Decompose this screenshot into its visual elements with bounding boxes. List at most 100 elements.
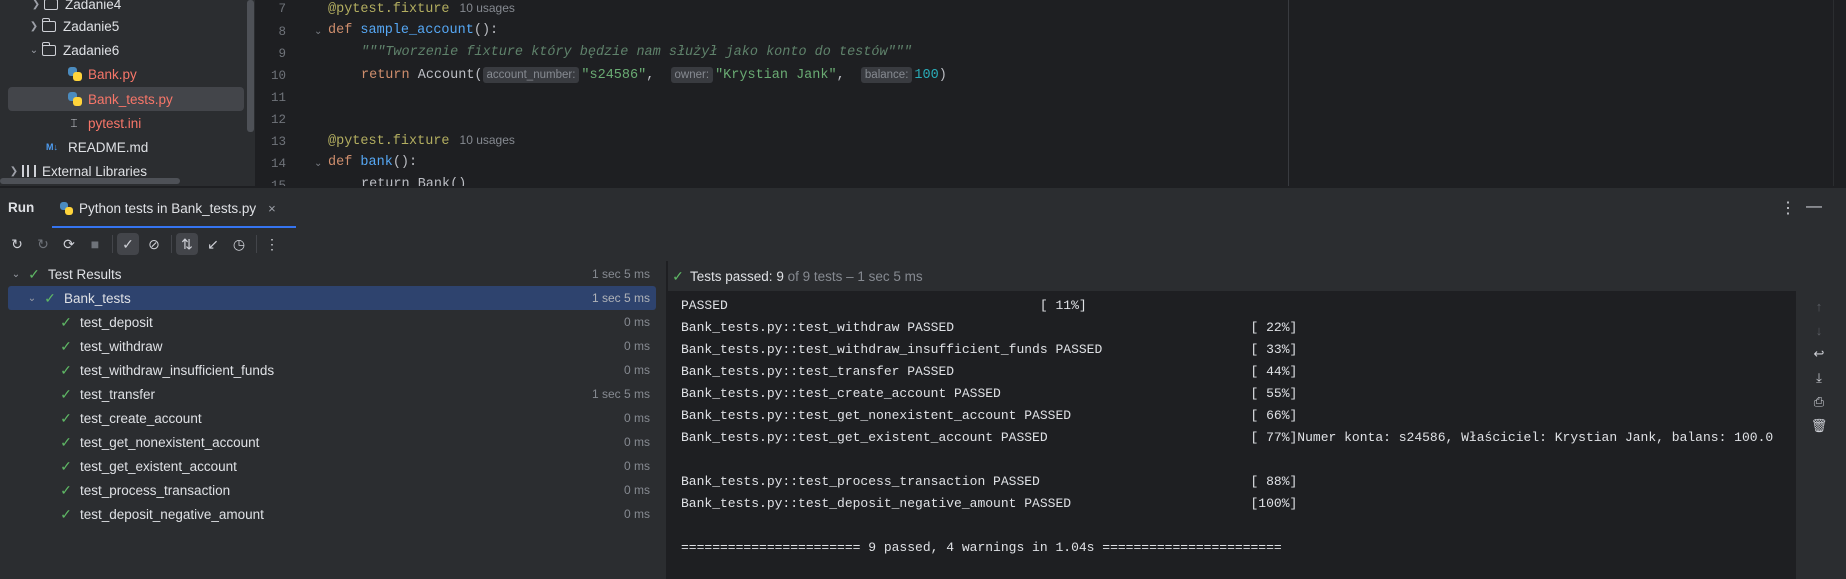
- test-item[interactable]: ✓ test_create_account 0 ms: [8, 406, 656, 430]
- project-tree: ❯ Zadanie4 ❯ Zadanie5 ⌄ Zadanie6 Bank.py…: [0, 0, 255, 186]
- test-item[interactable]: ✓ test_transfer 1 sec 5 ms: [8, 382, 656, 406]
- test-duration: 0 ms: [623, 507, 650, 521]
- scroll-to-end-icon[interactable]: ⤓: [1809, 368, 1829, 388]
- test-duration: 0 ms: [623, 315, 650, 329]
- test-item[interactable]: ✓ test_get_nonexistent_account 0 ms: [8, 430, 656, 454]
- console-side-toolbar: ↑ ↓ ↩ ⤓ ⎙ 🗑: [1796, 288, 1846, 579]
- test-item[interactable]: ✓ test_deposit_negative_amount 0 ms: [8, 502, 656, 526]
- toolbar-separator: [256, 235, 257, 253]
- test-item[interactable]: ✓ test_withdraw 0 ms: [8, 334, 656, 358]
- chevron-down-icon[interactable]: ⌄: [24, 290, 40, 306]
- print-icon[interactable]: ⎙: [1809, 392, 1829, 412]
- keyword: def: [328, 155, 353, 170]
- show-passed-icon[interactable]: ✓: [117, 233, 139, 255]
- test-history-icon[interactable]: ◷: [228, 233, 250, 255]
- code-line-13: @pytest.fixture 10 usages: [328, 133, 515, 149]
- code-text: Account(: [417, 68, 483, 83]
- test-name: test_withdraw: [80, 338, 163, 354]
- usages-hint[interactable]: 10 usages: [460, 1, 515, 15]
- test-item[interactable]: ✓ test_deposit 0 ms: [8, 310, 656, 334]
- chevron-right-icon[interactable]: ❯: [6, 163, 22, 179]
- project-horizontal-scrollbar[interactable]: [0, 178, 180, 184]
- passed-check-icon: ✓: [60, 361, 72, 378]
- markdown-file-icon: M↓: [46, 142, 58, 152]
- arrow-up-icon[interactable]: ↑: [1809, 296, 1829, 316]
- test-suite-bank-tests[interactable]: ⌄ ✓ Bank_tests 1 sec 5 ms: [8, 286, 656, 310]
- status-prefix: Tests passed:: [690, 268, 773, 284]
- tree-item-zadanie5[interactable]: ❯ Zadanie5: [0, 14, 247, 38]
- console-line: Bank_tests.py::test_transfer PASSED [ 44…: [681, 364, 1298, 379]
- test-name: test_create_account: [80, 410, 202, 426]
- chevron-right-icon[interactable]: ❯: [28, 0, 44, 12]
- test-duration: 1 sec 5 ms: [591, 291, 650, 305]
- rerun-icon[interactable]: ↻: [6, 233, 28, 255]
- rerun-failed-icon[interactable]: ↻: [32, 233, 54, 255]
- number-literal: 100: [914, 68, 939, 83]
- tab-python-tests[interactable]: Python tests in Bank_tests.py ×: [52, 188, 286, 228]
- right-margin-guide: [1288, 0, 1289, 186]
- line-number: 15: [270, 179, 286, 186]
- chevron-down-icon[interactable]: ⌄: [26, 42, 42, 58]
- more-icon[interactable]: ⋮: [261, 233, 283, 255]
- test-status-bar: ✓ Tests passed: 9 of 9 tests – 1 sec 5 m…: [668, 261, 1846, 291]
- python-file-icon: [68, 67, 82, 81]
- string-literal: "s24586": [581, 68, 647, 83]
- minimize-icon[interactable]: —: [1806, 198, 1822, 216]
- tree-item-bank-py[interactable]: Bank.py: [0, 62, 247, 86]
- line-number: 12: [270, 113, 286, 127]
- test-item[interactable]: ✓ test_process_transaction 0 ms: [8, 478, 656, 502]
- console-line: Bank_tests.py::test_get_existent_account…: [681, 430, 1774, 445]
- tree-item-readme-md[interactable]: M↓ README.md: [0, 135, 247, 159]
- editor-scrollbar-track[interactable]: [1833, 0, 1834, 186]
- chevron-right-icon[interactable]: ❯: [26, 18, 42, 34]
- console-line: Bank_tests.py::test_withdraw_insufficien…: [681, 342, 1298, 357]
- run-title: Run: [8, 200, 35, 215]
- passed-check-icon: ✓: [60, 385, 72, 402]
- tree-item-label: Bank_tests.py: [88, 91, 173, 107]
- toggle-auto-test-icon[interactable]: ⟳: [58, 233, 80, 255]
- param-hint: owner:: [670, 67, 714, 83]
- stop-icon[interactable]: ■: [84, 233, 106, 255]
- toolbar-separator: [171, 235, 172, 253]
- soft-wrap-icon[interactable]: ↩: [1809, 344, 1829, 364]
- code-editor[interactable]: 7 8 9 10 11 12 13 14 15 ⌄ ⌄ @pytest.fixt…: [256, 0, 1846, 186]
- code-line-15: return Bank(): [361, 177, 466, 186]
- fold-chevron-icon[interactable]: ⌄: [314, 158, 322, 169]
- test-results-root[interactable]: ⌄ ✓ Test Results 1 sec 5 ms: [8, 262, 656, 286]
- sort-icon[interactable]: ⇅: [176, 233, 198, 255]
- test-results-tree: ⌄ ✓ Test Results 1 sec 5 ms ⌄ ✓ Bank_tes…: [0, 262, 660, 579]
- chevron-down-icon[interactable]: ⌄: [8, 266, 24, 282]
- keyword: return: [361, 68, 410, 83]
- passed-check-icon: ✓: [60, 313, 72, 330]
- project-vertical-scrollbar[interactable]: [247, 0, 254, 132]
- close-icon[interactable]: ×: [268, 201, 276, 216]
- tree-item-label: Zadanie5: [63, 18, 120, 34]
- usages-hint[interactable]: 10 usages: [460, 133, 515, 147]
- code-line-8: def sample_account():: [328, 23, 498, 38]
- test-item[interactable]: ✓ test_get_existent_account 0 ms: [8, 454, 656, 478]
- code-line-14: def bank():: [328, 155, 417, 170]
- tree-item-pytest-ini[interactable]: ⌶ pytest.ini: [0, 111, 247, 135]
- arrow-down-icon[interactable]: ↓: [1809, 320, 1829, 340]
- status-suffix: of 9 tests – 1 sec 5 ms: [787, 268, 923, 284]
- code-line-9: """Tworzenie fixture który będzie nam sł…: [361, 45, 912, 60]
- test-duration: 0 ms: [623, 411, 650, 425]
- console-line: Bank_tests.py::test_create_account PASSE…: [681, 386, 1298, 401]
- show-ignored-icon[interactable]: ⊘: [143, 233, 165, 255]
- more-options-icon[interactable]: ⋮: [1780, 198, 1796, 218]
- function-name: bank: [360, 155, 393, 170]
- tree-item-label: pytest.ini: [88, 115, 142, 131]
- clear-all-icon[interactable]: 🗑: [1809, 416, 1829, 436]
- import-tests-icon[interactable]: ↙: [202, 233, 224, 255]
- test-name: test_process_transaction: [80, 482, 231, 498]
- passed-check-icon: ✓: [60, 409, 72, 426]
- tree-item-bank-tests-py[interactable]: Bank_tests.py: [8, 87, 244, 111]
- test-duration: 0 ms: [623, 435, 650, 449]
- tree-item-label: Test Results: [48, 266, 122, 282]
- test-duration: 1 sec 5 ms: [591, 267, 650, 281]
- code-text: ():: [392, 155, 418, 170]
- fold-chevron-icon[interactable]: ⌄: [314, 26, 322, 37]
- test-item[interactable]: ✓ test_withdraw_insufficient_funds 0 ms: [8, 358, 656, 382]
- console-line: Bank_tests.py::test_withdraw PASSED [ 22…: [681, 320, 1298, 335]
- tree-item-zadanie6[interactable]: ⌄ Zadanie6: [0, 38, 247, 62]
